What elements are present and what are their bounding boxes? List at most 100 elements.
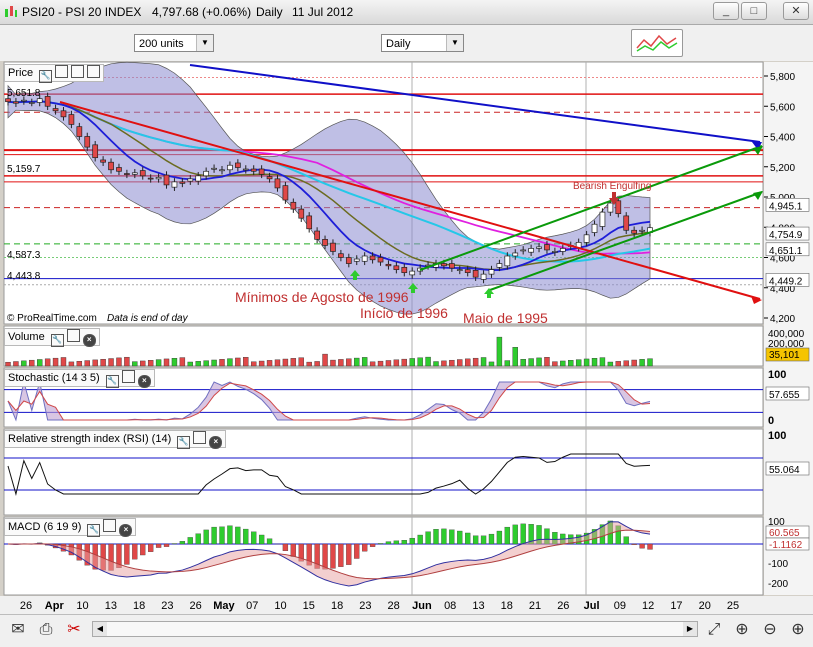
date-tick-label: 15 bbox=[303, 600, 315, 612]
rsi-current-badge: 55.064 bbox=[769, 465, 800, 476]
annotation-maio: Maio de 1995 bbox=[463, 310, 548, 326]
volume-bar bbox=[418, 358, 423, 366]
close-pane-icon[interactable]: × bbox=[138, 375, 151, 388]
volume-bar bbox=[53, 358, 58, 366]
mail-icon[interactable]: ✉ bbox=[8, 620, 28, 640]
macd-histogram-bar bbox=[465, 533, 470, 544]
date-tick-label: 07 bbox=[246, 600, 258, 612]
macd-histogram-bar bbox=[505, 527, 510, 544]
volume-bar bbox=[544, 357, 549, 366]
copy-icon[interactable] bbox=[71, 65, 84, 78]
volume-bar bbox=[283, 359, 288, 366]
candle-body bbox=[132, 173, 137, 175]
volume-bar bbox=[85, 361, 90, 366]
wrench-icon[interactable]: 🔧 bbox=[106, 375, 119, 388]
candle-body bbox=[632, 230, 637, 233]
volume-bar bbox=[568, 360, 573, 366]
close-pane-icon[interactable]: × bbox=[119, 524, 132, 537]
window-icon[interactable] bbox=[103, 519, 116, 532]
macd-histogram-bar bbox=[497, 531, 502, 544]
candle-body bbox=[299, 209, 304, 218]
candle-body bbox=[21, 100, 26, 101]
macd-histogram-bar bbox=[370, 544, 375, 547]
macd-histogram-bar bbox=[259, 535, 264, 544]
macd-histogram-bar bbox=[124, 544, 129, 564]
chart-canvas: Bearish EngulfingMínimos de Agosto de 19… bbox=[0, 0, 813, 646]
macd-histogram-bar bbox=[418, 535, 423, 544]
wrench-icon[interactable]: 🔧 bbox=[39, 70, 52, 83]
close-pane-icon[interactable]: × bbox=[83, 334, 96, 347]
volume-bar bbox=[362, 357, 367, 366]
volume-bar bbox=[576, 360, 581, 366]
tools-icon[interactable]: ✂ bbox=[64, 620, 84, 640]
volume-bar bbox=[584, 359, 589, 366]
candle-body bbox=[370, 256, 375, 260]
macd-histogram-bar bbox=[338, 544, 343, 567]
volume-bar bbox=[465, 359, 470, 366]
volume-bar bbox=[180, 358, 185, 366]
candle-body bbox=[93, 145, 98, 158]
close-pane-icon[interactable]: × bbox=[209, 436, 222, 449]
date-tick-label: 20 bbox=[699, 600, 711, 612]
candle-body bbox=[227, 165, 232, 170]
wrench-icon[interactable]: 🔧 bbox=[51, 334, 64, 347]
print-icon[interactable]: ⎙ bbox=[36, 620, 56, 640]
volume-bar bbox=[648, 359, 653, 366]
fit-width-icon[interactable]: ⤢ bbox=[704, 620, 724, 640]
macd-histogram-bar bbox=[235, 527, 240, 544]
volume-bar bbox=[29, 360, 34, 366]
wrench-icon[interactable]: 🔧 bbox=[177, 436, 190, 449]
volume-bar bbox=[386, 360, 391, 366]
export-icon[interactable] bbox=[87, 65, 100, 78]
volume-bar bbox=[521, 359, 526, 366]
volume-bar bbox=[172, 358, 177, 366]
volume-bar bbox=[227, 359, 232, 366]
macd-histogram-bar bbox=[188, 537, 193, 544]
zoom-out-icon[interactable]: ⊖ bbox=[760, 620, 780, 640]
candle-body bbox=[584, 235, 589, 243]
candle-body bbox=[251, 169, 256, 171]
badge-4651: 4,651.1 bbox=[769, 246, 803, 257]
candle-body bbox=[600, 212, 605, 226]
macd-histogram-bar bbox=[640, 544, 645, 548]
price-tick-label: 5,200 bbox=[770, 163, 795, 174]
volume-bar bbox=[299, 358, 304, 366]
candle-body bbox=[640, 230, 645, 231]
candle-body bbox=[267, 177, 272, 179]
window-icon[interactable] bbox=[67, 329, 80, 342]
window-icon[interactable] bbox=[193, 431, 206, 444]
volume-bar bbox=[6, 362, 11, 366]
volume-bar bbox=[449, 360, 454, 366]
macd-histogram-bar bbox=[283, 544, 288, 551]
candle-body bbox=[291, 202, 296, 209]
macd-histogram-bar bbox=[426, 532, 431, 544]
eod-text: Data is end of day bbox=[107, 313, 189, 324]
wrench-icon[interactable]: 🔧 bbox=[87, 524, 100, 537]
volume-bar bbox=[410, 358, 415, 366]
macd-histogram-bar bbox=[212, 527, 217, 544]
rsi-tick-label: 100 bbox=[768, 430, 786, 442]
volume-bar bbox=[307, 362, 312, 366]
macd-histogram-bar bbox=[291, 544, 296, 557]
candle-body bbox=[410, 271, 415, 275]
bottom-toolbar: ✉ ⎙ ✂ ◀ ▶ ⤢ ⊕ ⊖ ⊕ bbox=[0, 614, 813, 647]
bearish-engulfing-label: Bearish Engulfing bbox=[573, 181, 651, 192]
volume-bar bbox=[188, 362, 193, 366]
zoom-in-icon[interactable]: ⊕ bbox=[788, 620, 808, 640]
window-icon[interactable] bbox=[55, 65, 68, 78]
candle-body bbox=[109, 162, 114, 170]
candle-body bbox=[37, 99, 42, 103]
zoom-fit-icon[interactable]: ⊕ bbox=[732, 620, 752, 640]
volume-bar bbox=[441, 361, 446, 366]
scroll-left-icon[interactable]: ◀ bbox=[93, 622, 107, 636]
candle-body bbox=[77, 127, 82, 137]
candle-body bbox=[394, 266, 399, 270]
scroll-right-icon[interactable]: ▶ bbox=[683, 622, 697, 636]
horizontal-scrollbar[interactable]: ◀ ▶ bbox=[92, 621, 698, 637]
candle-body bbox=[354, 259, 359, 261]
macd-histogram-bar bbox=[624, 537, 629, 544]
date-tick-label: 25 bbox=[727, 600, 739, 612]
candle-body bbox=[235, 163, 240, 168]
window-icon[interactable] bbox=[122, 370, 135, 383]
volume-bar bbox=[434, 362, 439, 366]
